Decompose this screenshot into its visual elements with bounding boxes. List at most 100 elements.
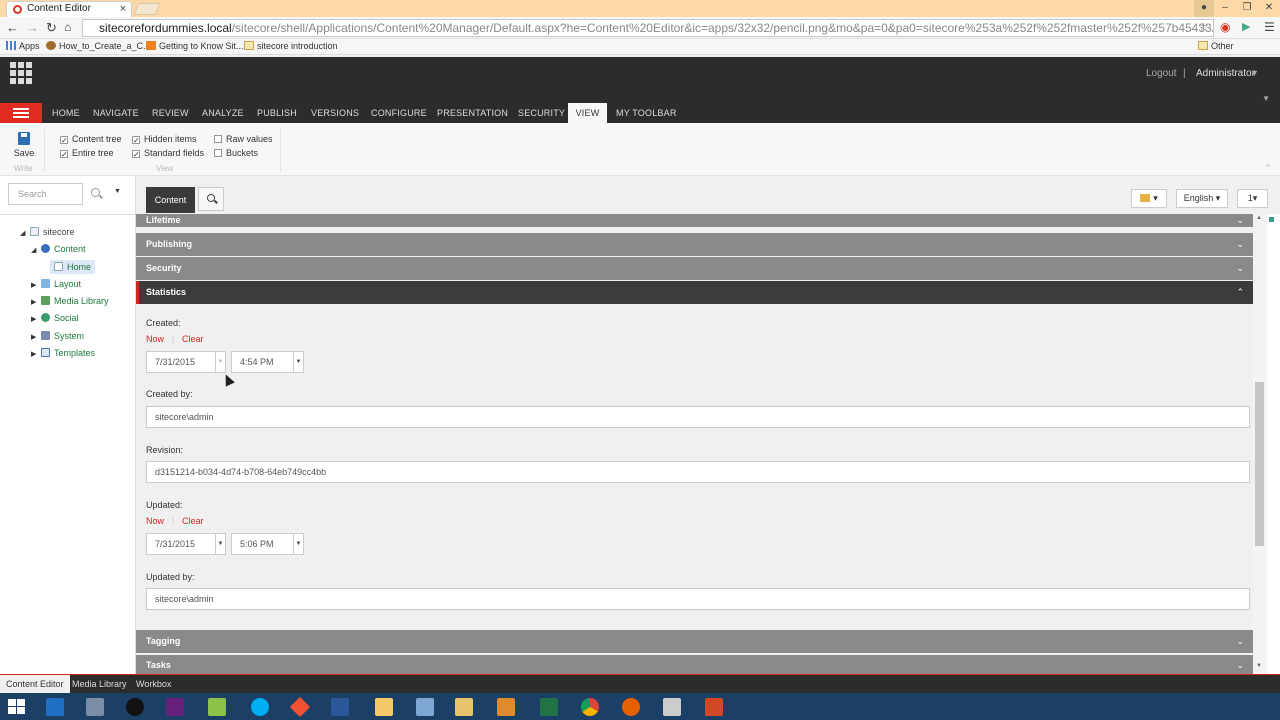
url-field[interactable]: sitecorefordummies.local/sitecore/shell/… bbox=[82, 19, 1214, 37]
word-icon[interactable] bbox=[323, 695, 357, 719]
created-by-field[interactable]: sitecore\admin bbox=[146, 406, 1250, 428]
git-icon[interactable] bbox=[283, 695, 317, 719]
powerpoint-icon[interactable] bbox=[697, 695, 731, 719]
tree-node-sitecore[interactable]: ◢ sitecore bbox=[20, 227, 75, 237]
search-options-icon[interactable]: ▼ bbox=[114, 188, 121, 195]
scroll-down-icon[interactable]: ▼ bbox=[1256, 663, 1262, 669]
chrome-icon[interactable] bbox=[573, 695, 607, 719]
tab-publish[interactable]: PUBLISH bbox=[252, 103, 302, 123]
updated-clear-link[interactable]: Clear bbox=[182, 516, 204, 526]
created-time-field[interactable]: 4:54 PM ▼ bbox=[231, 351, 304, 373]
created-clear-link[interactable]: Clear bbox=[182, 334, 204, 344]
outlook-icon[interactable] bbox=[38, 695, 72, 719]
notepad-plus-icon[interactable] bbox=[200, 695, 234, 719]
expand-arrow-icon[interactable]: ▶ bbox=[31, 315, 41, 323]
created-date-field[interactable]: 7/31/2015 ▼ bbox=[146, 351, 226, 373]
sitecore-launchpad-icon[interactable] bbox=[10, 62, 32, 84]
content-tree-checkbox[interactable]: ✓ Content tree bbox=[60, 134, 122, 145]
tab-navigate[interactable]: NAVIGATE bbox=[88, 103, 144, 123]
bookmark-2[interactable]: Getting to Know Sit... bbox=[146, 39, 244, 54]
tree-node-layout[interactable]: ▶ Layout bbox=[31, 279, 81, 289]
back-icon[interactable]: ← bbox=[6, 20, 19, 35]
tree-node-media-library[interactable]: ▶ Media Library bbox=[31, 296, 109, 306]
browser-tab[interactable]: Content Editor × bbox=[6, 1, 132, 17]
raw-values-checkbox[interactable]: Raw values bbox=[214, 134, 273, 144]
tree-node-social[interactable]: ▶ Social bbox=[31, 313, 79, 323]
date-dropdown-icon[interactable]: ▼ bbox=[215, 352, 225, 372]
search-input[interactable]: Search bbox=[8, 183, 83, 205]
section-publishing[interactable]: Publishing ⌄ bbox=[136, 233, 1253, 256]
tab-review[interactable]: REVIEW bbox=[147, 103, 194, 123]
tree-node-templates[interactable]: ▶ Templates bbox=[31, 348, 95, 358]
updated-by-field[interactable]: sitecore\admin bbox=[146, 588, 1250, 610]
tree-node-content[interactable]: ◢ Content bbox=[31, 244, 86, 254]
save-button[interactable]: Save bbox=[12, 132, 36, 158]
bookmark-1[interactable]: How_to_Create_a_C... bbox=[46, 39, 151, 54]
expand-arrow-icon[interactable]: ▶ bbox=[31, 281, 41, 289]
reload-icon[interactable]: ↻ bbox=[46, 20, 57, 36]
buckets-checkbox[interactable]: Buckets bbox=[214, 148, 258, 158]
expand-arrow-icon[interactable]: ▶ bbox=[31, 350, 41, 358]
updated-date-field[interactable]: 7/31/2015 ▼ bbox=[146, 533, 226, 555]
bookmark-3[interactable]: sitecore introduction bbox=[244, 39, 338, 54]
new-tab-button[interactable] bbox=[133, 3, 161, 15]
revision-field[interactable]: d3151214-b034-4d74-b708-64eb749cc4bb bbox=[146, 461, 1250, 483]
collapse-arrow-icon[interactable]: ◢ bbox=[31, 246, 41, 254]
user-menu-icon[interactable]: ▼ bbox=[1250, 68, 1259, 78]
expand-arrow-icon[interactable]: ▶ bbox=[31, 298, 41, 306]
tab-home[interactable]: HOME bbox=[47, 103, 85, 123]
section-tagging[interactable]: Tagging ⌄ bbox=[136, 630, 1253, 653]
menu-icon[interactable]: ☰ bbox=[1264, 20, 1275, 34]
scrollbar-thumb[interactable] bbox=[1255, 382, 1264, 546]
tab-configure[interactable]: CONFIGURE bbox=[366, 103, 432, 123]
section-tasks[interactable]: Tasks ⌄ bbox=[136, 655, 1253, 674]
section-lifetime[interactable]: Lifetime ⌄ bbox=[136, 214, 1253, 227]
minimize-icon[interactable]: – bbox=[1214, 0, 1236, 17]
tab-analyze[interactable]: ANALYZE bbox=[197, 103, 249, 123]
media-player-icon[interactable] bbox=[489, 695, 523, 719]
time-dropdown-icon[interactable]: ▼ bbox=[293, 534, 303, 554]
ribbon-expand-icon[interactable]: ⌃ bbox=[1264, 163, 1272, 174]
updated-time-field[interactable]: 5:06 PM ▼ bbox=[231, 533, 304, 555]
home-icon[interactable]: ⌂ bbox=[64, 20, 71, 34]
bookmark-apps[interactable]: Apps bbox=[6, 39, 40, 54]
tab-my-toolbar[interactable]: MY TOOLBAR bbox=[611, 103, 682, 123]
tab-presentation[interactable]: PRESENTATION bbox=[432, 103, 513, 123]
tree-node-home[interactable]: Home bbox=[50, 260, 96, 274]
tab-view[interactable]: VIEW bbox=[568, 103, 607, 123]
remote-desktop-icon[interactable] bbox=[655, 695, 689, 719]
sonos-icon[interactable] bbox=[118, 695, 152, 719]
standard-fields-checkbox[interactable]: ✓ Standard fields bbox=[132, 148, 204, 159]
windows-start-icon[interactable] bbox=[0, 693, 34, 720]
cast-icon[interactable]: ▶ bbox=[1242, 20, 1250, 33]
expand-arrow-icon[interactable]: ▶ bbox=[31, 333, 41, 341]
tab-security[interactable]: SECURITY bbox=[513, 103, 570, 123]
logout-link[interactable]: Logout bbox=[1146, 68, 1177, 79]
created-now-link[interactable]: Now bbox=[146, 334, 164, 344]
hidden-items-checkbox[interactable]: ✓ Hidden items bbox=[132, 134, 197, 145]
section-statistics[interactable]: Statistics ⌃ bbox=[136, 281, 1253, 304]
scroll-up-icon[interactable]: ▲ bbox=[1256, 215, 1262, 221]
firefox-icon[interactable] bbox=[614, 695, 648, 719]
search-icon[interactable] bbox=[91, 188, 100, 197]
star-icon[interactable]: ☆ bbox=[1198, 20, 1209, 34]
file-explorer-icon[interactable] bbox=[447, 695, 481, 719]
version-dropdown[interactable]: 1▾ bbox=[1237, 189, 1268, 208]
flags-dropdown[interactable]: ▾ bbox=[1131, 189, 1167, 208]
content-tab[interactable]: Content bbox=[146, 187, 195, 213]
user-name[interactable]: Administrator bbox=[1196, 68, 1255, 79]
explorer-folder-icon[interactable] bbox=[367, 695, 401, 719]
updated-now-link[interactable]: Now bbox=[146, 516, 164, 526]
extension-icon[interactable]: ◉ bbox=[1220, 20, 1230, 34]
entire-tree-checkbox[interactable]: ✓ Entire tree bbox=[60, 148, 114, 159]
hamburger-menu-icon[interactable] bbox=[0, 103, 42, 123]
restore-icon[interactable]: ❐ bbox=[1236, 0, 1258, 17]
ribbon-collapse-icon[interactable]: ▼ bbox=[1262, 94, 1270, 103]
time-dropdown-icon[interactable]: ▼ bbox=[293, 352, 303, 372]
tab-versions[interactable]: VERSIONS bbox=[306, 103, 364, 123]
content-search-button[interactable] bbox=[198, 187, 224, 211]
app-tab-media-library[interactable]: Media Library bbox=[66, 675, 133, 693]
network-icon[interactable] bbox=[408, 695, 442, 719]
tree-node-system[interactable]: ▶ System bbox=[31, 331, 84, 341]
close-tab-icon[interactable]: × bbox=[120, 2, 126, 16]
